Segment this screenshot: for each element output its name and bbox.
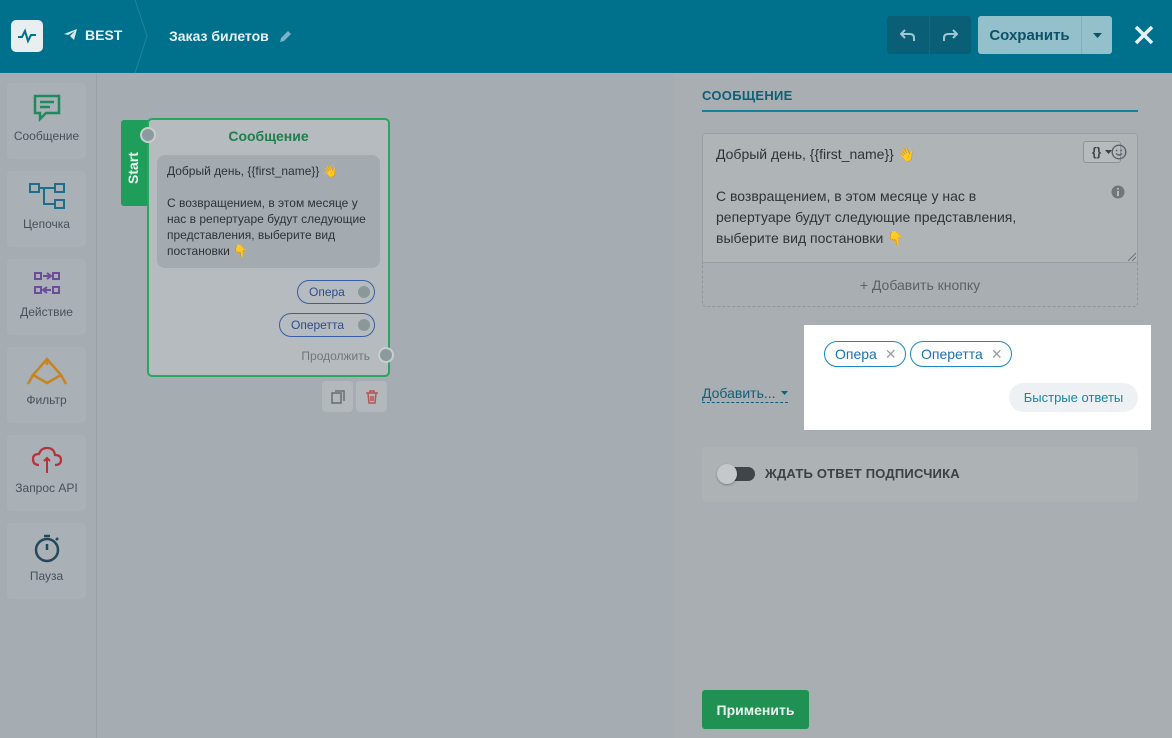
history-controls <box>887 16 971 54</box>
tool-pause[interactable]: Пауза <box>7 523 86 599</box>
project-name: BEST <box>85 27 123 43</box>
start-label: Start <box>125 152 141 184</box>
node-message-text: Добрый день, {{first_name}} 👋 С возвраще… <box>167 164 366 258</box>
save-dropdown-button[interactable] <box>1081 16 1112 54</box>
tool-label: Фильтр <box>26 393 67 407</box>
tool-label: Сообщение <box>13 129 80 143</box>
message-text[interactable]: Добрый день, {{first_name}} 👋 С возвраще… <box>716 144 1016 249</box>
duplicate-node-button[interactable] <box>322 381 353 412</box>
flow-name: Заказ билетов <box>169 28 269 44</box>
app-logo-icon[interactable] <box>11 20 43 52</box>
quick-reply-label: Опера <box>835 346 877 362</box>
filter-icon <box>26 357 67 385</box>
node-continue-port[interactable] <box>378 347 394 363</box>
node-continue-label: Продолжить <box>301 349 370 363</box>
node-button-port[interactable] <box>358 319 370 331</box>
tool-chain[interactable]: Цепочка <box>7 171 86 247</box>
caret-down-icon <box>1092 32 1102 38</box>
delete-node-button[interactable] <box>356 381 387 412</box>
add-button-button[interactable]: + Добавить кнопку <box>702 263 1138 307</box>
flow-title[interactable]: Заказ билетов <box>169 28 292 44</box>
node-button-operetta[interactable]: Оперетта <box>279 313 375 337</box>
telegram-icon <box>64 29 77 40</box>
tool-message[interactable]: Сообщение <box>7 83 86 159</box>
timer-icon <box>34 534 59 563</box>
remove-quick-reply-icon[interactable]: ✕ <box>991 346 1003 363</box>
tool-action[interactable]: Действие <box>7 259 86 335</box>
variable-braces-icon: {} <box>1091 145 1102 159</box>
tool-label: Цепочка <box>23 217 70 231</box>
add-more-dropdown[interactable]: Добавить... <box>702 385 788 403</box>
redo-icon <box>943 29 959 41</box>
quick-reply-chip[interactable]: Оперетта ✕ <box>910 341 1012 367</box>
tab-message[interactable]: СООБЩЕНИЕ <box>702 88 793 103</box>
tool-filter[interactable]: Фильтр <box>7 347 86 423</box>
tool-label: Пауза <box>29 569 64 583</box>
tab-underline <box>702 110 1138 112</box>
trash-icon <box>365 389 378 404</box>
node-message-bubble: Добрый день, {{first_name}} 👋 С возвраще… <box>157 155 380 268</box>
info-icon[interactable] <box>1111 185 1125 199</box>
copy-icon <box>330 389 345 404</box>
undo-icon <box>899 29 915 41</box>
quick-replies-button[interactable]: Быстрые ответы <box>1009 383 1138 412</box>
api-cloud-icon <box>31 446 62 473</box>
node-button-opera[interactable]: Опера <box>297 280 375 304</box>
toggle-knob <box>717 464 737 484</box>
quick-reply-label: Оперетта <box>921 346 983 362</box>
message-icon <box>33 94 60 123</box>
chain-icon <box>28 183 65 209</box>
pencil-icon[interactable] <box>279 30 292 43</box>
resize-handle-icon[interactable] <box>1127 252 1136 261</box>
wait-reply-label: ЖДАТЬ ОТВЕТ ПОДПИСЧИКА <box>765 466 960 481</box>
wait-reply-setting: ЖДАТЬ ОТВЕТ ПОДПИСЧИКА <box>702 447 1138 502</box>
message-editor[interactable]: Добрый день, {{first_name}} 👋 С возвраще… <box>702 133 1138 263</box>
close-icon <box>1134 25 1154 45</box>
quick-reply-chip[interactable]: Опера ✕ <box>824 341 906 367</box>
project-breadcrumb[interactable]: BEST <box>64 27 122 43</box>
tool-api-request[interactable]: Запрос API <box>7 435 86 511</box>
emoji-icon[interactable] <box>1111 144 1127 160</box>
node-input-port[interactable] <box>140 127 156 143</box>
message-node[interactable]: Сообщение Добрый день, {{first_name}} 👋 … <box>147 118 390 377</box>
save-button[interactable]: Сохранить <box>978 16 1081 54</box>
tool-label: Запрос API <box>15 481 78 495</box>
action-icon <box>33 272 60 294</box>
add-more-label: Добавить... <box>702 385 776 401</box>
node-button-label: Оперетта <box>291 318 344 332</box>
top-bar: BEST Заказ билетов Сохранить <box>0 0 1172 73</box>
node-button-port[interactable] <box>358 286 370 298</box>
redo-button[interactable] <box>928 16 971 54</box>
quick-replies-box: Опера ✕ Оперетта ✕ Быстрые ответы <box>804 325 1151 430</box>
breadcrumb-separator <box>134 0 148 73</box>
save-group: Сохранить <box>978 16 1112 54</box>
close-button[interactable] <box>1131 22 1157 48</box>
tool-label: Действие <box>20 305 73 319</box>
node-button-label: Опера <box>309 285 345 299</box>
apply-button[interactable]: Применить <box>702 690 809 729</box>
remove-quick-reply-icon[interactable]: ✕ <box>885 346 897 363</box>
undo-button[interactable] <box>887 16 929 54</box>
wait-reply-toggle[interactable] <box>717 464 755 484</box>
node-title: Сообщение <box>228 128 309 144</box>
tools-sidebar: Сообщение Цепочка Действие Фильтр Запрос… <box>0 73 97 738</box>
caret-down-icon <box>780 391 788 395</box>
